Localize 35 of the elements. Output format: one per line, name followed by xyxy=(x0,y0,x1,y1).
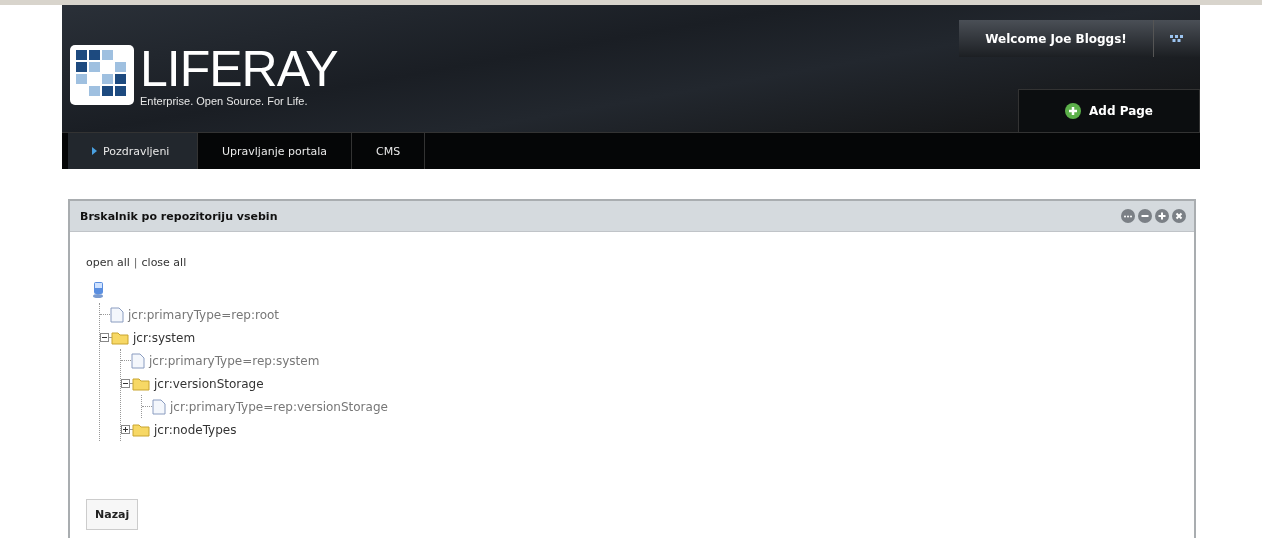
separator: | xyxy=(133,256,138,269)
computer-icon xyxy=(90,281,106,299)
folder-icon xyxy=(111,330,129,345)
property-label: jcr:primaryType=rep:root xyxy=(128,307,280,322)
tree-link[interactable]: close all xyxy=(141,256,187,269)
nav-tab[interactable]: Pozdravljeni xyxy=(68,133,198,169)
portlet-title: Brskalnik po repozitoriju vsebin xyxy=(80,209,278,223)
collapse-icon[interactable] xyxy=(121,379,130,388)
document-icon xyxy=(131,352,145,369)
folder-label[interactable]: jcr:nodeTypes xyxy=(154,422,237,437)
collapse-icon[interactable] xyxy=(100,333,109,342)
folder-label[interactable]: jcr:versionStorage xyxy=(154,376,264,391)
nav-tab[interactable]: Upravljanje portala xyxy=(198,133,353,169)
document-icon xyxy=(152,398,166,415)
maximize-icon[interactable] xyxy=(1155,209,1169,223)
expand-icon[interactable] xyxy=(121,425,130,434)
logo-icon xyxy=(70,45,134,105)
tree-link[interactable]: open all xyxy=(86,256,130,269)
logo-wordmark: LIFERAY xyxy=(140,45,338,93)
back-button[interactable]: Nazaj xyxy=(86,499,139,530)
logo-tagline: Enterprise. Open Source. For Life. xyxy=(140,95,309,107)
document-icon xyxy=(110,306,124,323)
minimize-icon[interactable] xyxy=(1138,209,1152,223)
plus-icon xyxy=(1065,103,1081,119)
dots-icon xyxy=(1170,34,1184,43)
folder-label[interactable]: jcr:system xyxy=(133,330,196,345)
close-icon[interactable] xyxy=(1172,209,1186,223)
options-icon[interactable] xyxy=(1121,209,1135,223)
folder-icon xyxy=(132,422,150,437)
arrow-icon xyxy=(92,147,97,155)
property-label: jcr:primaryType=rep:system xyxy=(149,353,320,368)
property-label: jcr:primaryType=rep:versionStorage xyxy=(170,399,388,414)
add-page-button[interactable]: Add Page xyxy=(1018,89,1200,132)
folder-icon xyxy=(132,376,150,391)
nav-tab[interactable]: CMS xyxy=(352,133,426,169)
